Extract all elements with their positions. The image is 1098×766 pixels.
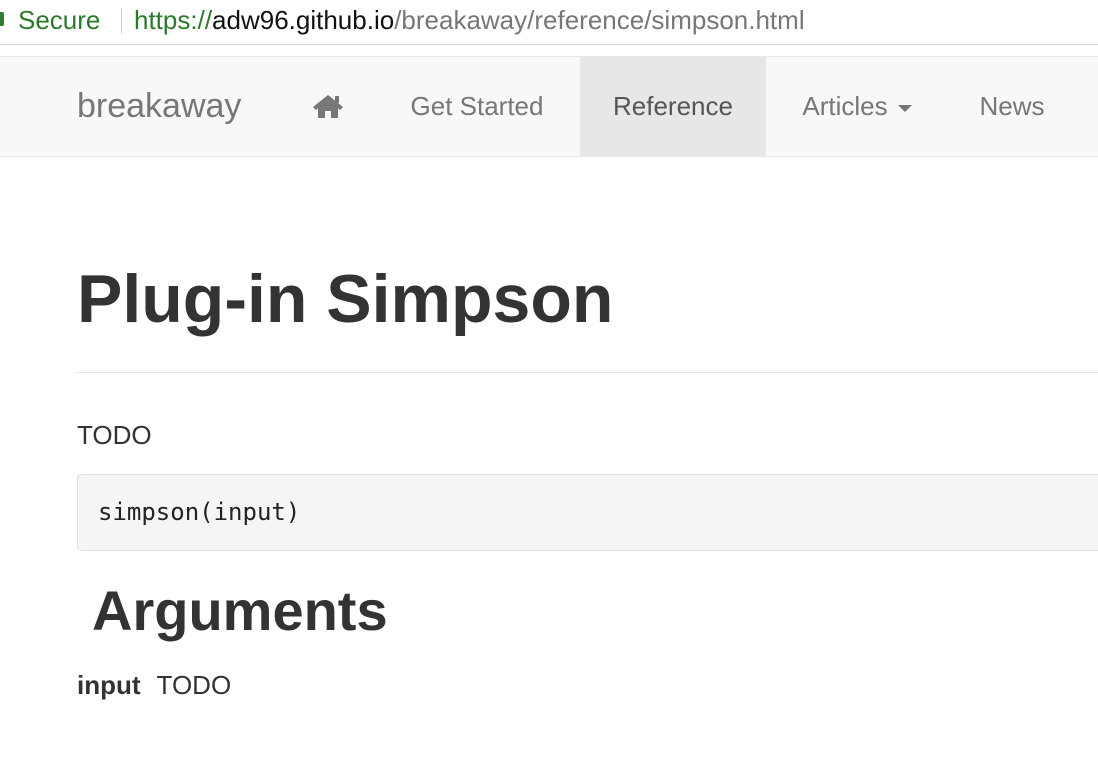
url-path: /breakaway/reference/simpson.html: [394, 5, 805, 35]
address-divider: [121, 8, 122, 34]
secure-label: Secure: [18, 5, 101, 35]
nav-news[interactable]: News: [948, 57, 1076, 156]
page-description: TODO: [77, 420, 152, 450]
argument-description: TODO: [156, 670, 232, 700]
usage-code-block: simpson(input): [77, 474, 1098, 551]
nav-articles-label: Articles: [802, 91, 888, 121]
caret-down-icon: [897, 104, 912, 112]
url-host: adw96.github.io: [212, 5, 395, 35]
arguments-heading: Arguments: [92, 579, 388, 642]
argument-name: input: [77, 670, 141, 700]
title-divider: [77, 372, 1098, 373]
address-bar[interactable]: Secure https://adw96.github.io/breakaway…: [0, 0, 1098, 45]
nav-reference[interactable]: Reference: [580, 57, 766, 156]
navbar: breakaway Get Started Reference Articles…: [0, 56, 1098, 157]
url-scheme: https://: [134, 5, 213, 35]
url-text[interactable]: https://adw96.github.io/breakaway/refere…: [134, 0, 805, 40]
home-icon: [313, 95, 343, 118]
argument-row: input TODO: [77, 668, 231, 702]
nav-home[interactable]: [296, 57, 360, 156]
nav-articles[interactable]: Articles: [766, 57, 948, 156]
navbar-brand[interactable]: breakaway: [77, 57, 241, 156]
page-title: Plug-in Simpson: [77, 261, 614, 337]
lock-icon: [0, 12, 4, 26]
nav-get-started[interactable]: Get Started: [380, 57, 574, 156]
